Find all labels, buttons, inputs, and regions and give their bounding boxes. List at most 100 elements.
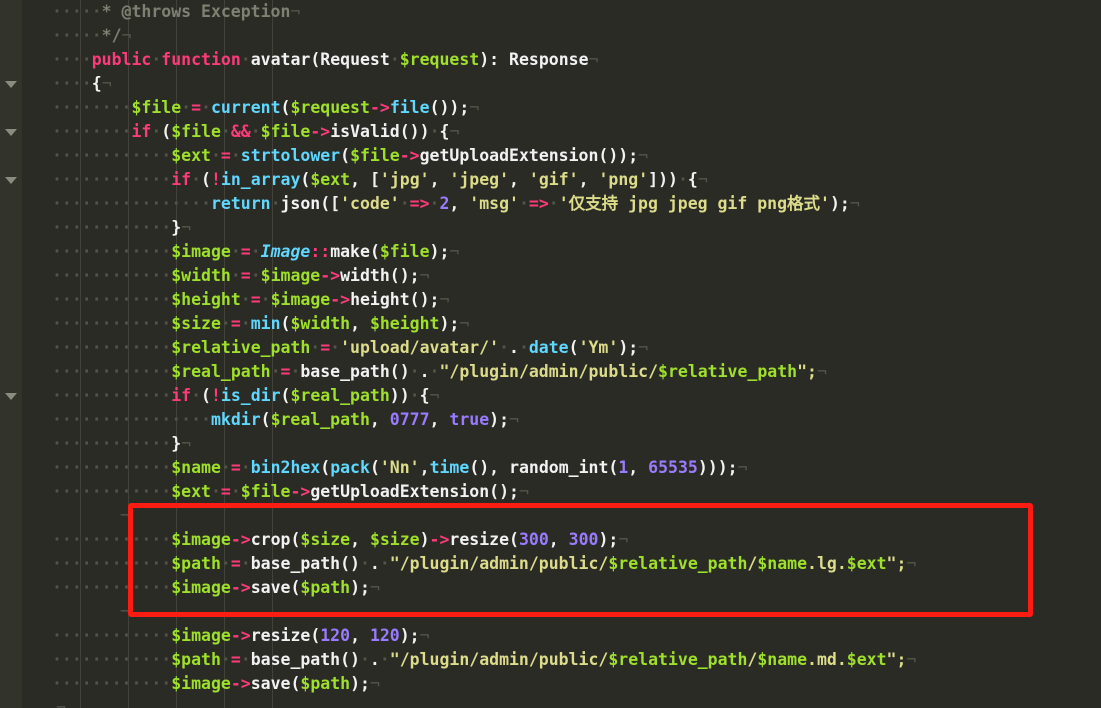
code-line[interactable]: ¬ [52, 696, 1101, 708]
code-line[interactable]: ············$image->resize(120, 120);¬ [52, 624, 1101, 648]
code-token: , [350, 314, 370, 333]
whitespace-dots: · [151, 50, 162, 69]
whitespace-dots: ············ [52, 290, 172, 309]
code-line[interactable]: ················return·json(['code'·=>·2… [52, 192, 1101, 216]
code-line[interactable]: ············$ext·=·strtolower($file->get… [52, 144, 1101, 168]
code-line[interactable]: ················mkdir($real_path, 0777, … [52, 408, 1101, 432]
code-line[interactable]: ·····* @throws Exception¬ [52, 0, 1101, 24]
code-token: ( [608, 458, 619, 477]
code-line[interactable]: ········$file·=·current($request->file()… [52, 96, 1101, 120]
code-token: function [161, 50, 241, 69]
whitespace-dots: · [518, 194, 529, 213]
code-token: 65535 [648, 458, 698, 477]
code-token: , [578, 170, 599, 189]
code-line[interactable]: ············$name·=·bin2hex(pack('Nn',ti… [52, 456, 1101, 480]
code-token: && [230, 122, 251, 141]
code-line[interactable]: ············$path·=·base_path()·.·"/plug… [52, 552, 1101, 576]
code-line[interactable]: ¬ [52, 504, 1101, 528]
code-token: ( [310, 626, 321, 645]
whitespace-dots: ············ [52, 650, 172, 669]
whitespace-dots: ············ [52, 626, 172, 645]
whitespace-dots: · [310, 338, 321, 357]
whitespace-dots: · [290, 362, 301, 381]
whitespace-dots: · [250, 122, 261, 141]
code-token: = [191, 98, 202, 117]
line-end-marker: ¬ [849, 194, 860, 213]
code-token: public [91, 50, 152, 69]
code-token: "/plugin/admin/public/ [439, 362, 659, 381]
editor-gutter[interactable] [22, 0, 52, 708]
code-token: $relative_path [608, 650, 748, 669]
code-editor[interactable]: ·····* @throws Exception¬ ·····*/¬ ····pub… [0, 0, 1101, 708]
line-end-marker: ¬ [469, 98, 480, 117]
code-token: { [91, 74, 102, 93]
code-token: ([ [320, 194, 341, 213]
code-token: resize [449, 530, 510, 549]
code-line[interactable]: ············$ext·=·$file->getUploadExten… [52, 480, 1101, 504]
code-line[interactable]: ¬ [52, 600, 1101, 624]
code-line[interactable]: ············$size·=·min($width, $height)… [52, 312, 1101, 336]
code-token: ) [419, 530, 430, 549]
code-line[interactable]: ············if·(!is_dir($real_path))·{¬ [52, 384, 1101, 408]
code-line[interactable]: ············if·(!in_array($ext, ['jpg', … [52, 168, 1101, 192]
code-line[interactable]: ············$image->save($path);¬ [52, 672, 1101, 696]
code-line[interactable]: ············$real_path·=·base_path()·.·"… [52, 360, 1101, 384]
fold-collapse-icon[interactable] [5, 393, 17, 400]
code-line[interactable]: ············$path·=·base_path()·.·"/plug… [52, 648, 1101, 672]
code-token: , [429, 170, 450, 189]
line-end-marker: ¬ [101, 74, 112, 93]
whitespace-dots: · [379, 554, 390, 573]
code-token: $image [171, 578, 231, 597]
whitespace-dots: · [359, 650, 370, 669]
code-line[interactable]: ·····*/¬ [52, 24, 1101, 48]
code-token: -> [290, 482, 311, 501]
fold-collapse-icon[interactable] [5, 129, 17, 136]
code-token: () [340, 554, 360, 573]
whitespace-dots: ············ [52, 242, 172, 261]
code-token: -> [230, 626, 251, 645]
code-token: time [429, 458, 470, 477]
code-line[interactable]: ············$width·=·$image->width();¬ [52, 264, 1101, 288]
code-line[interactable]: ············$height·=·$image->height();¬ [52, 288, 1101, 312]
whitespace-dots: · [230, 146, 241, 165]
whitespace-dots: ············ [52, 458, 172, 477]
code-line[interactable]: ····{¬ [52, 72, 1101, 96]
code-line[interactable]: ············$image->save($path);¬ [52, 576, 1101, 600]
code-token: ( [290, 578, 301, 597]
whitespace-dots: · [270, 194, 281, 213]
code-line[interactable]: ············$relative_path·=·'upload/ava… [52, 336, 1101, 360]
code-token: $ext [846, 650, 887, 669]
fold-collapse-icon[interactable] [5, 177, 17, 184]
line-end-marker: ¬ [56, 698, 66, 708]
whitespace-dots: · [250, 266, 261, 285]
code-token: ( [280, 386, 291, 405]
code-token: ! [210, 386, 221, 405]
code-token: $relative_path [608, 554, 748, 573]
whitespace-dots: ············ [52, 386, 172, 405]
code-token: $file [171, 122, 221, 141]
code-token: } [171, 218, 182, 237]
code-line[interactable]: ············$image·=·Image::make($file);… [52, 240, 1101, 264]
code-token: */ [101, 26, 122, 45]
code-token: ( [310, 50, 321, 69]
whitespace-dots: ····· [52, 26, 102, 45]
code-token: "; [886, 554, 907, 573]
code-line[interactable]: ····public·function·avatar(Request·$requ… [52, 48, 1101, 72]
code-token: , [548, 530, 569, 549]
code-token: = [230, 314, 241, 333]
code-token: { [687, 170, 698, 189]
code-token: ); [829, 194, 850, 213]
whitespace-dots: ················ [52, 410, 211, 429]
whitespace-dots: ············ [52, 314, 172, 333]
whitespace-dots: ············ [52, 170, 172, 189]
code-token: $ext [846, 554, 887, 573]
code-line[interactable]: ········if·($file·&&·$file->isValid())·{… [52, 120, 1101, 144]
code-token: ))); [697, 458, 738, 477]
code-token: ( [300, 170, 311, 189]
fold-collapse-icon[interactable] [5, 81, 17, 88]
code-token: { [439, 122, 450, 141]
code-line[interactable]: ············}¬ [52, 216, 1101, 240]
code-surface[interactable]: ·····* @throws Exception¬ ·····*/¬ ····pub… [52, 0, 1101, 708]
code-line[interactable]: ············}¬ [52, 432, 1101, 456]
code-line[interactable]: ············$image->crop($size, $size)->… [52, 528, 1101, 552]
